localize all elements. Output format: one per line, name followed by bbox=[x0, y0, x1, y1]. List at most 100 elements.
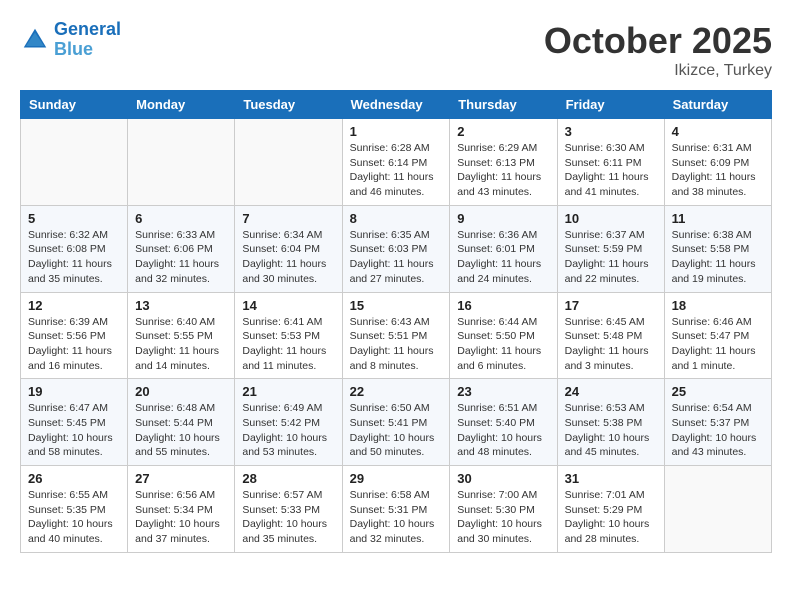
day-number: 23 bbox=[457, 384, 549, 399]
calendar-cell: 7Sunrise: 6:34 AM Sunset: 6:04 PM Daylig… bbox=[235, 205, 342, 292]
calendar-cell bbox=[128, 119, 235, 206]
day-number: 31 bbox=[565, 471, 657, 486]
day-info: Sunrise: 6:53 AM Sunset: 5:38 PM Dayligh… bbox=[565, 401, 657, 460]
day-number: 6 bbox=[135, 211, 227, 226]
day-number: 18 bbox=[672, 298, 764, 313]
calendar-cell: 17 Sunrise: 6:45 AM Sunset: 5:48 PM Dayli… bbox=[557, 292, 664, 379]
calendar-cell: 6 Sunrise: 6:33 AM Sunset: 6:06 PM Daylig… bbox=[128, 205, 235, 292]
calendar-cell: 29 Sunrise: 6:58 AM Sunset: 5:31 PM Dayli… bbox=[342, 466, 450, 553]
weekday-header-sunday: Sunday bbox=[21, 91, 128, 119]
day-info: Sunrise: 6:47 AM Sunset: 5:45 PM Dayligh… bbox=[28, 401, 120, 460]
calendar-cell bbox=[664, 466, 771, 553]
calendar-cell: 21Sunrise: 6:49 AM Sunset: 5:42 PM Dayli… bbox=[235, 379, 342, 466]
weekday-header-tuesday: Tuesday bbox=[235, 91, 342, 119]
calendar-cell: 4 Sunrise: 6:31 AM Sunset: 6:09 PM Daylig… bbox=[664, 119, 771, 206]
day-number: 3 bbox=[565, 124, 657, 139]
day-info: Sunrise: 6:37 AM Sunset: 5:59 PM Dayligh… bbox=[565, 228, 657, 287]
day-info: Sunrise: 6:38 AM Sunset: 5:58 PM Dayligh… bbox=[672, 228, 764, 287]
day-info: Sunrise: 7:01 AM Sunset: 5:29 PM Dayligh… bbox=[565, 488, 657, 547]
weekday-header-thursday: Thursday bbox=[450, 91, 557, 119]
calendar-table: SundayMondayTuesdayWednesdayThursdayFrid… bbox=[20, 90, 772, 553]
calendar-cell: 14Sunrise: 6:41 AM Sunset: 5:53 PM Dayli… bbox=[235, 292, 342, 379]
calendar-cell: 9 Sunrise: 6:36 AM Sunset: 6:01 PM Daylig… bbox=[450, 205, 557, 292]
day-info: Sunrise: 6:43 AM Sunset: 5:51 PM Dayligh… bbox=[350, 315, 443, 374]
day-info: Sunrise: 6:41 AM Sunset: 5:53 PM Dayligh… bbox=[242, 315, 334, 374]
day-number: 2 bbox=[457, 124, 549, 139]
day-info: Sunrise: 7:00 AM Sunset: 5:30 PM Dayligh… bbox=[457, 488, 549, 547]
month-title: October 2025 bbox=[544, 20, 772, 62]
calendar-cell bbox=[21, 119, 128, 206]
day-number: 4 bbox=[672, 124, 764, 139]
calendar-cell: 22Sunrise: 6:50 AM Sunset: 5:41 PM Dayli… bbox=[342, 379, 450, 466]
day-number: 17 bbox=[565, 298, 657, 313]
day-number: 12 bbox=[28, 298, 120, 313]
day-number: 24 bbox=[565, 384, 657, 399]
weekday-header-wednesday: Wednesday bbox=[342, 91, 450, 119]
week-row-3: 12 Sunrise: 6:39 AM Sunset: 5:56 PM Dayli… bbox=[21, 292, 772, 379]
day-number: 11 bbox=[672, 211, 764, 226]
calendar-cell: 16 Sunrise: 6:44 AM Sunset: 5:50 PM Dayli… bbox=[450, 292, 557, 379]
calendar-cell: 15 Sunrise: 6:43 AM Sunset: 5:51 PM Dayli… bbox=[342, 292, 450, 379]
calendar-cell: 28Sunrise: 6:57 AM Sunset: 5:33 PM Dayli… bbox=[235, 466, 342, 553]
day-number: 5 bbox=[28, 211, 120, 226]
calendar-cell bbox=[235, 119, 342, 206]
week-row-5: 26Sunrise: 6:55 AM Sunset: 5:35 PM Dayli… bbox=[21, 466, 772, 553]
day-info: Sunrise: 6:31 AM Sunset: 6:09 PM Dayligh… bbox=[672, 141, 764, 200]
calendar-cell: 2 Sunrise: 6:29 AM Sunset: 6:13 PM Daylig… bbox=[450, 119, 557, 206]
day-info: Sunrise: 6:35 AM Sunset: 6:03 PM Dayligh… bbox=[350, 228, 443, 287]
day-number: 26 bbox=[28, 471, 120, 486]
calendar-cell: 26Sunrise: 6:55 AM Sunset: 5:35 PM Dayli… bbox=[21, 466, 128, 553]
calendar-cell: 1 Sunrise: 6:28 AM Sunset: 6:14 PM Daylig… bbox=[342, 119, 450, 206]
calendar-cell: 19Sunrise: 6:47 AM Sunset: 5:45 PM Dayli… bbox=[21, 379, 128, 466]
day-info: Sunrise: 6:40 AM Sunset: 5:55 PM Dayligh… bbox=[135, 315, 227, 374]
day-number: 21 bbox=[242, 384, 334, 399]
day-number: 15 bbox=[350, 298, 443, 313]
day-number: 29 bbox=[350, 471, 443, 486]
calendar-cell: 20 Sunrise: 6:48 AM Sunset: 5:44 PM Dayli… bbox=[128, 379, 235, 466]
day-number: 27 bbox=[135, 471, 227, 486]
calendar-cell: 10 Sunrise: 6:37 AM Sunset: 5:59 PM Dayli… bbox=[557, 205, 664, 292]
day-number: 9 bbox=[457, 211, 549, 226]
logo-text: General Blue bbox=[54, 20, 121, 60]
day-info: Sunrise: 6:30 AM Sunset: 6:11 PM Dayligh… bbox=[565, 141, 657, 200]
day-number: 25 bbox=[672, 384, 764, 399]
day-number: 1 bbox=[350, 124, 443, 139]
day-info: Sunrise: 6:39 AM Sunset: 5:56 PM Dayligh… bbox=[28, 315, 120, 374]
day-info: Sunrise: 6:51 AM Sunset: 5:40 PM Dayligh… bbox=[457, 401, 549, 460]
calendar-cell: 12 Sunrise: 6:39 AM Sunset: 5:56 PM Dayli… bbox=[21, 292, 128, 379]
calendar-cell: 24 Sunrise: 6:53 AM Sunset: 5:38 PM Dayli… bbox=[557, 379, 664, 466]
day-number: 16 bbox=[457, 298, 549, 313]
day-number: 10 bbox=[565, 211, 657, 226]
page-header: General Blue October 2025 Ikizce, Turkey bbox=[20, 20, 772, 80]
day-number: 7 bbox=[242, 211, 334, 226]
day-info: Sunrise: 6:54 AM Sunset: 5:37 PM Dayligh… bbox=[672, 401, 764, 460]
calendar-cell: 18Sunrise: 6:46 AM Sunset: 5:47 PM Dayli… bbox=[664, 292, 771, 379]
day-number: 13 bbox=[135, 298, 227, 313]
day-info: Sunrise: 6:33 AM Sunset: 6:06 PM Dayligh… bbox=[135, 228, 227, 287]
calendar-cell: 31 Sunrise: 7:01 AM Sunset: 5:29 PM Dayli… bbox=[557, 466, 664, 553]
day-info: Sunrise: 6:28 AM Sunset: 6:14 PM Dayligh… bbox=[350, 141, 443, 200]
day-info: Sunrise: 6:29 AM Sunset: 6:13 PM Dayligh… bbox=[457, 141, 549, 200]
calendar-cell: 30 Sunrise: 7:00 AM Sunset: 5:30 PM Dayli… bbox=[450, 466, 557, 553]
day-number: 30 bbox=[457, 471, 549, 486]
day-number: 8 bbox=[350, 211, 443, 226]
day-info: Sunrise: 6:48 AM Sunset: 5:44 PM Dayligh… bbox=[135, 401, 227, 460]
calendar-cell: 13 Sunrise: 6:40 AM Sunset: 5:55 PM Dayli… bbox=[128, 292, 235, 379]
week-row-1: 1 Sunrise: 6:28 AM Sunset: 6:14 PM Daylig… bbox=[21, 119, 772, 206]
day-info: Sunrise: 6:45 AM Sunset: 5:48 PM Dayligh… bbox=[565, 315, 657, 374]
logo-icon bbox=[20, 25, 50, 55]
weekday-header-friday: Friday bbox=[557, 91, 664, 119]
weekday-header-row: SundayMondayTuesdayWednesdayThursdayFrid… bbox=[21, 91, 772, 119]
calendar-cell: 5Sunrise: 6:32 AM Sunset: 6:08 PM Daylig… bbox=[21, 205, 128, 292]
day-number: 22 bbox=[350, 384, 443, 399]
calendar-cell: 8 Sunrise: 6:35 AM Sunset: 6:03 PM Daylig… bbox=[342, 205, 450, 292]
day-info: Sunrise: 6:36 AM Sunset: 6:01 PM Dayligh… bbox=[457, 228, 549, 287]
calendar-cell: 25 Sunrise: 6:54 AM Sunset: 5:37 PM Dayli… bbox=[664, 379, 771, 466]
day-info: Sunrise: 6:58 AM Sunset: 5:31 PM Dayligh… bbox=[350, 488, 443, 547]
day-number: 20 bbox=[135, 384, 227, 399]
logo: General Blue bbox=[20, 20, 121, 60]
week-row-4: 19Sunrise: 6:47 AM Sunset: 5:45 PM Dayli… bbox=[21, 379, 772, 466]
day-info: Sunrise: 6:44 AM Sunset: 5:50 PM Dayligh… bbox=[457, 315, 549, 374]
day-info: Sunrise: 6:57 AM Sunset: 5:33 PM Dayligh… bbox=[242, 488, 334, 547]
calendar-cell: 27Sunrise: 6:56 AM Sunset: 5:34 PM Dayli… bbox=[128, 466, 235, 553]
